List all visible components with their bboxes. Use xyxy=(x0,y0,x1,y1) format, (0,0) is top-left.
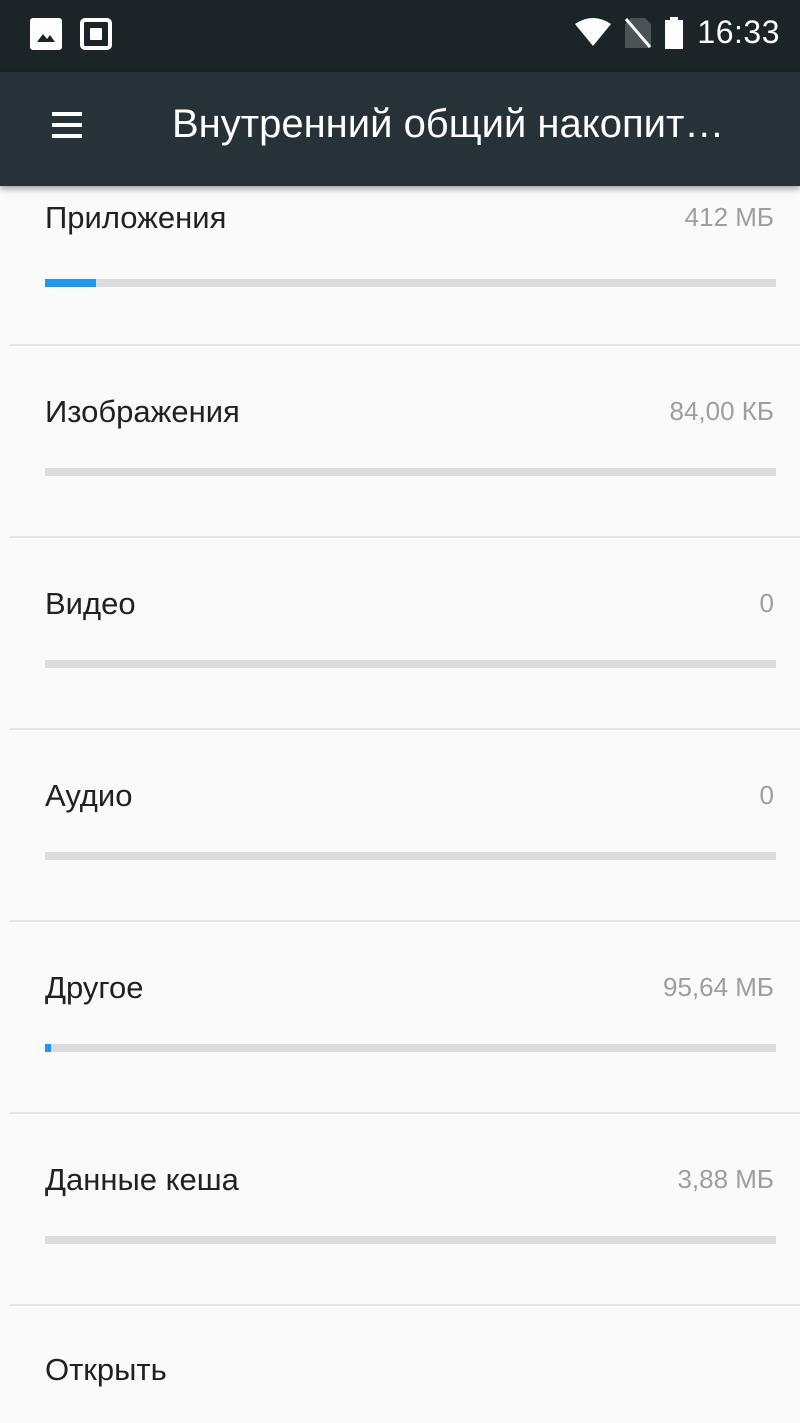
storage-item-cache[interactable]: Данные кеша 3,88 МБ xyxy=(0,1114,800,1306)
storage-usage-bar xyxy=(45,660,776,668)
open-button[interactable]: Открыть xyxy=(0,1306,800,1423)
storage-item-size: 412 МБ xyxy=(684,202,774,232)
storage-usage-bar xyxy=(45,468,776,476)
open-label: Открыть xyxy=(45,1352,167,1387)
storage-item-size: 84,00 КБ xyxy=(669,396,775,426)
storage-usage-bar xyxy=(45,1236,776,1244)
storage-usage-bar xyxy=(45,279,776,287)
storage-usage-bar xyxy=(45,1044,776,1052)
notification-icons xyxy=(30,18,112,50)
storage-item-label: Аудио xyxy=(45,778,133,813)
storage-usage-fill xyxy=(45,279,97,287)
storage-item-size: 95,64 МБ xyxy=(662,972,774,1002)
storage-item-label: Изображения xyxy=(45,394,240,429)
no-sim-icon xyxy=(625,17,652,48)
storage-item-label: Данные кеша xyxy=(45,1162,239,1197)
storage-item-label: Приложения xyxy=(45,200,227,235)
storage-item-label: Другое xyxy=(45,970,144,1005)
status-time: 16:33 xyxy=(697,14,780,50)
page-title: Внутренний общий накопит… xyxy=(172,102,725,146)
storage-item-audio[interactable]: Аудио 0 xyxy=(0,730,800,922)
storage-item-size: 3,88 МБ xyxy=(677,1164,774,1194)
screenshot-notification-icon xyxy=(80,18,112,50)
system-icons: 16:33 xyxy=(575,14,780,51)
storage-item-video[interactable]: Видео 0 xyxy=(0,538,800,730)
storage-item-images[interactable]: Изображения 84,00 КБ xyxy=(0,346,800,538)
wifi-icon xyxy=(575,17,612,46)
app-bar: Внутренний общий накопит… xyxy=(0,72,800,186)
battery-icon xyxy=(665,16,684,49)
hamburger-menu-icon[interactable] xyxy=(40,108,96,152)
storage-item-apps[interactable]: Приложения 412 МБ xyxy=(0,178,800,370)
storage-usage-fill xyxy=(45,1044,51,1052)
storage-item-label: Видео xyxy=(45,586,136,621)
image-notification-icon xyxy=(30,18,62,50)
storage-usage-bar xyxy=(45,852,776,860)
status-bar: 16:33 xyxy=(0,0,800,72)
storage-item-size: 0 xyxy=(759,588,774,618)
storage-item-other[interactable]: Другое 95,64 МБ xyxy=(0,922,800,1114)
storage-item-size: 0 xyxy=(759,780,774,810)
